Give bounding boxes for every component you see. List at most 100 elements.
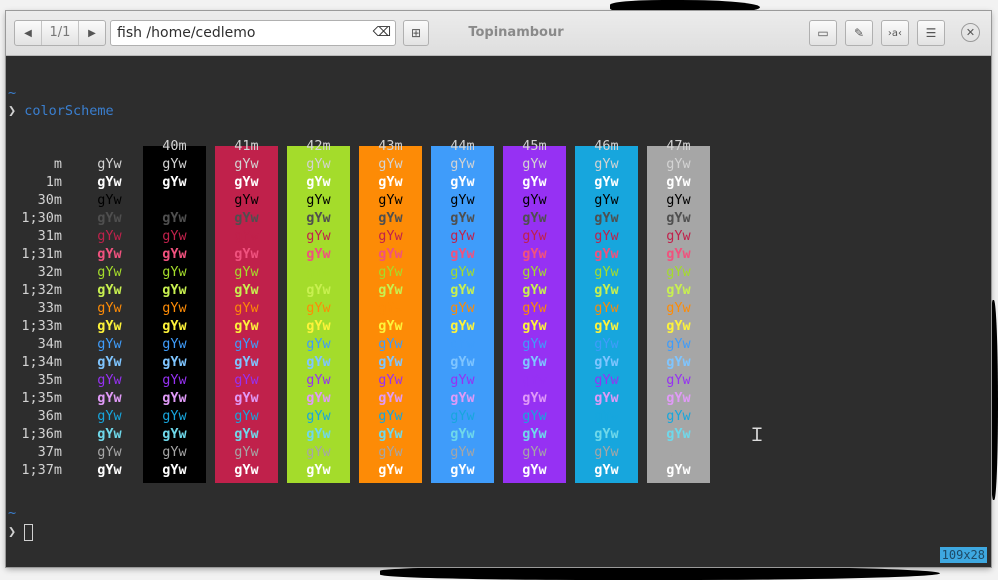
sample-text: gYw bbox=[306, 318, 331, 334]
sample-text: gYw bbox=[450, 174, 475, 190]
row-label: 35m bbox=[37, 372, 62, 388]
sample-text: gYw bbox=[450, 336, 475, 352]
path-text: fish /home/cedlemo bbox=[117, 25, 256, 41]
new-tab-button[interactable]: ⊞ bbox=[403, 20, 429, 46]
sample-text: gYw bbox=[666, 390, 691, 406]
sample-text: gYw bbox=[450, 210, 475, 226]
row-label: 37m bbox=[37, 444, 62, 460]
row-label: m bbox=[53, 156, 62, 172]
terminal-view[interactable]: ~ ❯ colorScheme 40m 41m 42m 43m 44m 45m 46m 47m… bbox=[6, 56, 991, 567]
fonts-button[interactable]: ›a‹ bbox=[881, 20, 909, 46]
sample-text: gYw bbox=[97, 318, 122, 334]
close-icon[interactable]: ✕ bbox=[961, 23, 980, 42]
sample-text: gYw bbox=[666, 246, 691, 262]
chevron-left-icon[interactable]: ◀ bbox=[15, 21, 41, 45]
sample-text: gYw bbox=[378, 408, 403, 424]
sample-text: gYw bbox=[594, 390, 619, 406]
row-label: 33m bbox=[37, 300, 62, 316]
sample-text: gYw bbox=[378, 426, 403, 442]
sample-text: gYw bbox=[450, 372, 475, 388]
sample-text: gYw bbox=[162, 354, 187, 370]
sample-text: gYw bbox=[378, 372, 403, 388]
sample-text: gYw bbox=[450, 444, 475, 460]
sample-text: gYw bbox=[97, 408, 122, 424]
sample-text: gYw bbox=[234, 174, 259, 190]
text-cursor bbox=[24, 524, 33, 541]
sample-text: gYw bbox=[666, 264, 691, 280]
sample-text: gYw bbox=[378, 174, 403, 190]
sample-text: gYw bbox=[522, 336, 547, 352]
prompt-dir-2: ~ bbox=[8, 505, 17, 521]
bg-header: 46m bbox=[594, 138, 619, 154]
sample-text: gYw bbox=[306, 300, 331, 316]
row-label: 1;36m bbox=[21, 426, 62, 442]
bg-header: 43m bbox=[378, 138, 403, 154]
row-label: 1;34m bbox=[21, 354, 62, 370]
sample-text: gYw bbox=[450, 264, 475, 280]
sample-text: gYw bbox=[97, 444, 122, 460]
sample-text: gYw bbox=[97, 246, 122, 262]
bg-header: 42m bbox=[306, 138, 331, 154]
sample-text: gYw bbox=[450, 390, 475, 406]
sample-text: gYw bbox=[522, 210, 547, 226]
sample-text: gYw bbox=[97, 156, 122, 172]
sample-text: gYw bbox=[378, 210, 403, 226]
sample-text: gYw bbox=[97, 192, 122, 208]
new-tab-icon: ⊞ bbox=[410, 26, 422, 40]
sample-text: gYw bbox=[97, 264, 122, 280]
sample-text: gYw bbox=[234, 282, 259, 298]
sample-text: gYw bbox=[234, 192, 259, 208]
sample-text: gYw bbox=[306, 390, 331, 406]
sample-text: gYw bbox=[162, 246, 187, 262]
sample-text: gYw bbox=[162, 408, 187, 424]
sample-text: gYw bbox=[306, 408, 331, 424]
sample-text: gYw bbox=[450, 426, 475, 442]
tab-counter: 1/1 bbox=[41, 21, 79, 45]
sample-text: gYw bbox=[450, 192, 475, 208]
bg-header: 44m bbox=[450, 138, 475, 154]
sample-text: gYw bbox=[162, 444, 187, 460]
terminal-overview-icon: ▭ bbox=[817, 26, 829, 40]
sample-text: gYw bbox=[666, 228, 691, 244]
sample-text: gYw bbox=[97, 174, 122, 190]
sample-text: gYw bbox=[450, 318, 475, 334]
sample-text: gYw bbox=[234, 318, 259, 334]
menu-button[interactable]: ☰ bbox=[917, 20, 945, 46]
hamburger-menu-icon: ☰ bbox=[925, 26, 937, 40]
sample-text: gYw bbox=[97, 210, 122, 226]
sample-text: gYw bbox=[234, 390, 259, 406]
sample-text: gYw bbox=[306, 444, 331, 460]
path-entry[interactable]: fish /home/cedlemo ⌫ bbox=[110, 20, 396, 46]
sample-text: gYw bbox=[378, 354, 403, 370]
sample-text: gYw bbox=[522, 372, 547, 388]
sample-text: gYw bbox=[97, 390, 122, 406]
sample-text: gYw bbox=[450, 354, 475, 370]
sample-text: gYw bbox=[522, 174, 547, 190]
sample-text: gYw bbox=[234, 354, 259, 370]
sample-text: gYw bbox=[97, 462, 122, 478]
overview-button[interactable]: ▭ bbox=[809, 20, 837, 46]
sample-text: gYw bbox=[666, 354, 691, 370]
tab-navigation: ◀ 1/1 ▶ bbox=[14, 20, 106, 46]
sample-text: gYw bbox=[666, 372, 691, 388]
sample-text: gYw bbox=[594, 228, 619, 244]
sample-text: gYw bbox=[162, 264, 187, 280]
backspace-clear-icon[interactable]: ⌫ bbox=[373, 21, 391, 45]
chevron-right-icon[interactable]: ▶ bbox=[79, 21, 105, 45]
sample-text: gYw bbox=[522, 444, 547, 460]
sample-text: gYw bbox=[378, 228, 403, 244]
color-picker-button[interactable]: ✎ bbox=[845, 20, 873, 46]
sample-text: gYw bbox=[306, 426, 331, 442]
sample-text: gYw bbox=[162, 390, 187, 406]
sample-text: gYw bbox=[522, 300, 547, 316]
sample-text: gYw bbox=[666, 408, 691, 424]
sample-text: gYw bbox=[450, 408, 475, 424]
sample-text: gYw bbox=[594, 174, 619, 190]
sample-text: gYw bbox=[522, 192, 547, 208]
sample-text: gYw bbox=[378, 156, 403, 172]
sample-text: gYw bbox=[378, 264, 403, 280]
sample-text: gYw bbox=[594, 462, 619, 478]
sample-text: gYw bbox=[162, 462, 187, 478]
sample-text: gYw bbox=[97, 426, 122, 442]
sample-text: gYw bbox=[594, 426, 619, 442]
